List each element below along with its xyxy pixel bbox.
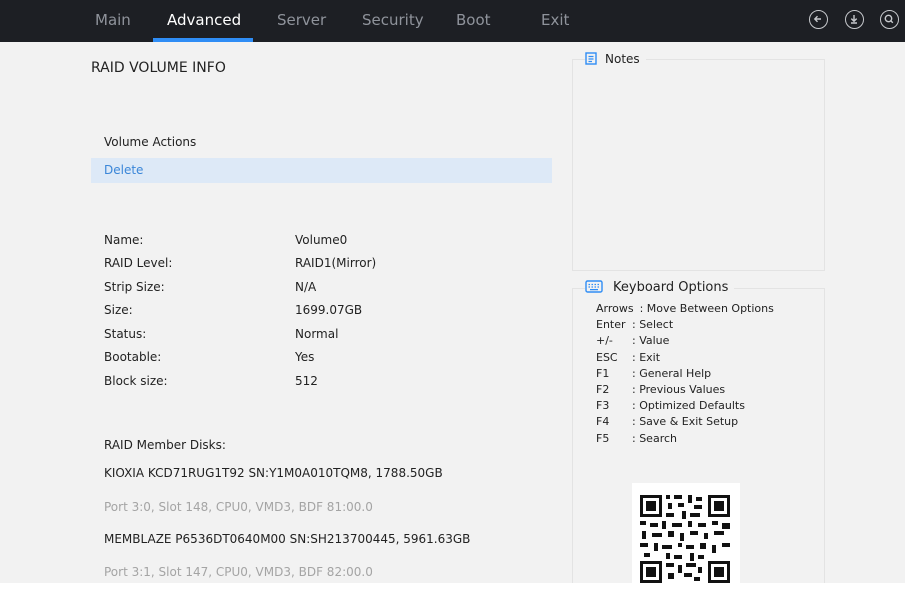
field-label-name: Name:: [104, 233, 144, 247]
volume-actions-label: Volume Actions: [104, 135, 197, 149]
key-line: F2: Previous Values: [596, 383, 726, 396]
qr-code: [632, 483, 740, 583]
field-label-bootable: Bootable:: [104, 350, 162, 364]
tab-boot[interactable]: Boot: [456, 0, 491, 42]
top-menu-bar: Main Advanced Server Security Boot Exit: [0, 0, 905, 42]
keyboard-options-title: Keyboard Options: [613, 280, 729, 295]
back-icon[interactable]: [809, 10, 828, 29]
member-disk-port: Port 3:1, Slot 147, CPU0, VMD3, BDF 82:0…: [104, 565, 373, 579]
field-label-status: Status:: [104, 327, 147, 341]
delete-label: Delete: [104, 163, 144, 177]
field-label-raid-level: RAID Level:: [104, 256, 173, 270]
key-line: ESC: Exit: [596, 351, 661, 364]
member-disk-port: Port 3:0, Slot 148, CPU0, VMD3, BDF 81:0…: [104, 500, 373, 514]
key-line: F1: General Help: [596, 367, 712, 380]
key-line: Enter: Select: [596, 318, 674, 331]
notes-header: Notes: [585, 52, 646, 70]
tab-advanced[interactable]: Advanced: [167, 0, 241, 42]
key-line: +/-: Value: [596, 334, 670, 347]
notes-panel: [572, 59, 825, 271]
key-line: F4: Save & Exit Setup: [596, 415, 739, 428]
notes-title: Notes: [605, 52, 640, 66]
member-disk-name: MEMBLAZE P6536DT0640M00 SN:SH213700445, …: [104, 532, 471, 546]
field-value-bootable: Yes: [295, 350, 315, 364]
field-value-size: 1699.07GB: [295, 303, 363, 317]
notes-icon: [585, 52, 597, 68]
tab-main[interactable]: Main: [95, 0, 131, 42]
search-icon[interactable]: [880, 10, 899, 29]
key-line: F5: Search: [596, 432, 677, 445]
field-value-name: Volume0: [295, 233, 348, 247]
field-label-strip-size: Strip Size:: [104, 280, 165, 294]
keyboard-icon: [585, 279, 603, 298]
member-disk-name: KIOXIA KCD71RUG1T92 SN:Y1M0A010TQM8, 178…: [104, 466, 443, 480]
download-icon[interactable]: [845, 10, 864, 29]
key-line: Arrows: Move Between Options: [596, 302, 774, 315]
keyboard-options-header: Keyboard Options: [585, 279, 735, 298]
delete-volume-button[interactable]: Delete: [91, 158, 552, 183]
qr-code-icon: [640, 495, 730, 583]
tab-security[interactable]: Security: [362, 0, 424, 42]
field-value-status: Normal: [295, 327, 339, 341]
member-disks-label: RAID Member Disks:: [104, 438, 226, 452]
tab-server[interactable]: Server: [277, 0, 326, 42]
field-value-block-size: 512: [295, 374, 318, 388]
active-tab-indicator: [153, 38, 253, 42]
tab-exit[interactable]: Exit: [541, 0, 569, 42]
field-value-strip-size: N/A: [295, 280, 317, 294]
field-label-size: Size:: [104, 303, 133, 317]
page-title: RAID VOLUME INFO: [91, 60, 226, 76]
field-value-raid-level: RAID1(Mirror): [295, 256, 377, 270]
key-line: F3: Optimized Defaults: [596, 399, 745, 412]
field-label-block-size: Block size:: [104, 374, 168, 388]
bottom-edge: [0, 583, 905, 589]
